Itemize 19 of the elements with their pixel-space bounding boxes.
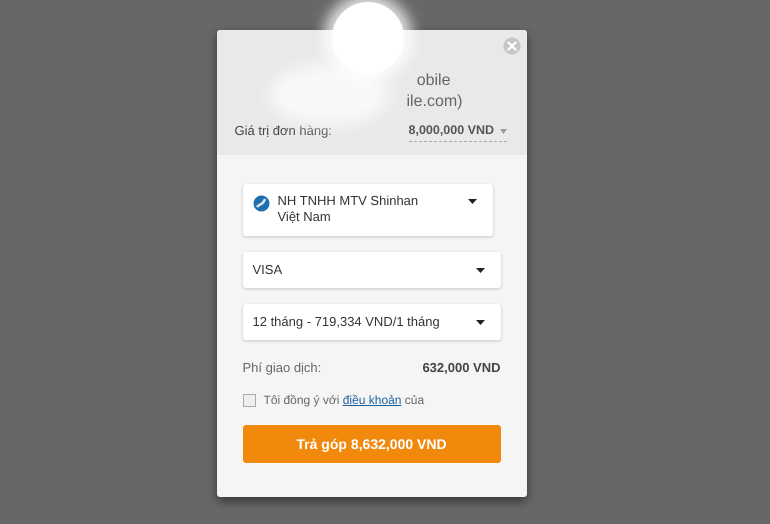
- blurred-logo: [332, 2, 404, 74]
- caret-icon: [476, 268, 484, 272]
- order-label: Giá trị đơn hàng:: [234, 123, 332, 138]
- agree-text: Tôi đồng ý với điều khoản của: [264, 393, 424, 407]
- bank-logo-icon: [252, 195, 270, 212]
- select-field[interactable]: VISA: [242, 252, 500, 288]
- caret-icon: [476, 320, 484, 324]
- caret-icon: [468, 199, 476, 204]
- fee-value: 632,000 VND: [422, 360, 500, 375]
- close-icon[interactable]: [502, 37, 520, 55]
- agree-checkbox[interactable]: [242, 394, 256, 406]
- shop-title: obile: [416, 71, 450, 91]
- caret-icon: [500, 129, 506, 134]
- fee-label: Phí giao dịch:: [242, 360, 322, 375]
- order-value-dropdown[interactable]: 8,000,000 VND: [408, 123, 506, 142]
- select-field[interactable]: 12 tháng - 719,334 VND/1 tháng: [242, 304, 500, 340]
- select-field[interactable]: NH TNHH MTV Shinhan Việt Nam: [242, 184, 492, 236]
- terms-link[interactable]: điều khoản: [342, 393, 402, 407]
- shop-title: ile.com): [406, 92, 462, 112]
